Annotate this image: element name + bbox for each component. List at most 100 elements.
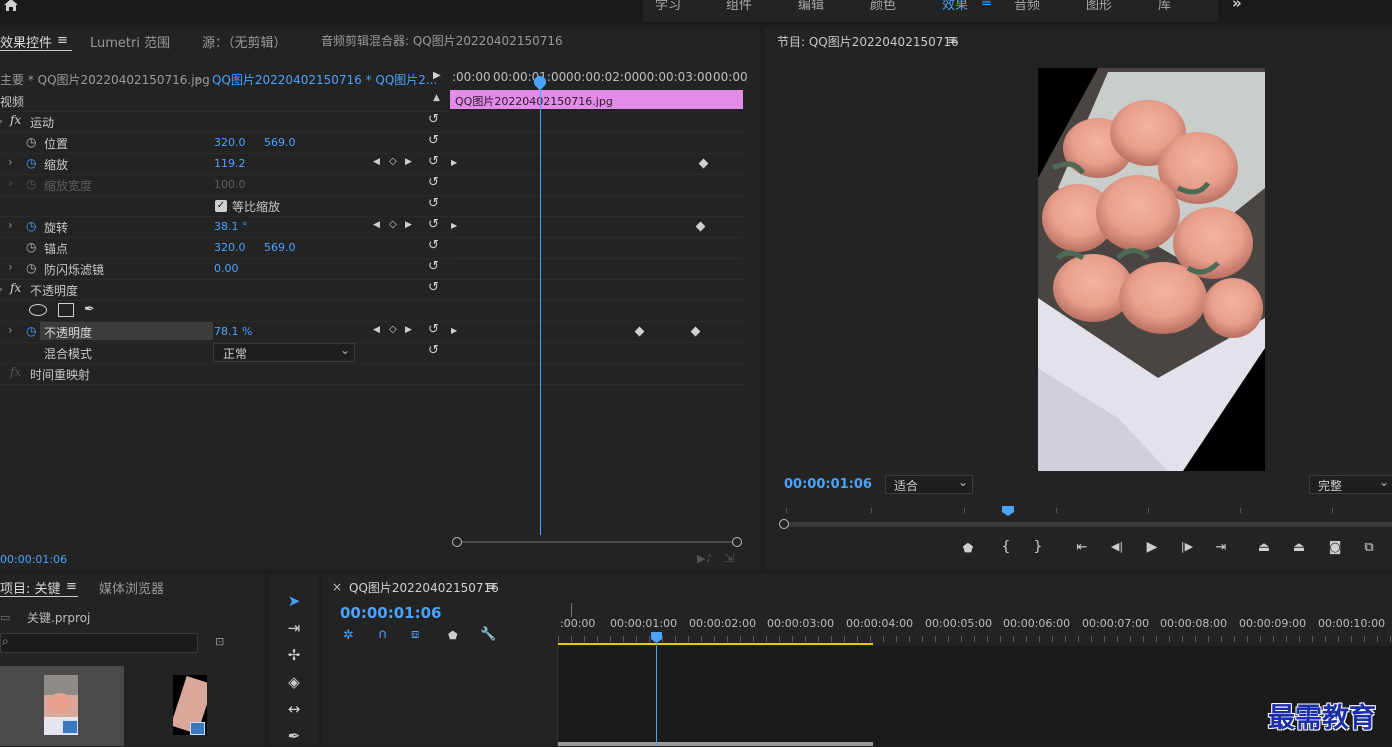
ec-zoom-scrollbar[interactable] (456, 541, 738, 543)
expand-chevron-icon[interactable]: › (8, 155, 13, 169)
tab-audio-clip-mixer[interactable]: 音频剪辑混合器: QQ图片20220402150716 (321, 32, 563, 49)
program-video-frame[interactable] (1038, 68, 1265, 471)
quality-dropdown[interactable]: 完整 ⌄ (1309, 475, 1392, 494)
ellipse-mask-icon[interactable] (29, 304, 47, 316)
program-monitor-title[interactable]: 节目: QQ图片20220402150716 (777, 33, 959, 50)
timeline-menu-icon[interactable]: ≡ (486, 579, 497, 594)
rectangle-mask-icon[interactable] (58, 303, 74, 317)
reset-icon[interactable]: ↺ (428, 113, 442, 127)
linked-selection-icon[interactable]: ⧈ (411, 627, 419, 642)
fx-icon[interactable]: fx (10, 281, 21, 295)
tab-media-browser[interactable]: 媒体浏览器 (99, 578, 164, 597)
camera-icon[interactable]: ◙ (1325, 540, 1345, 555)
expand-chevron-icon[interactable]: › (8, 260, 13, 274)
expand-chevron-icon[interactable]: › (0, 282, 3, 296)
play-icon[interactable]: ▶ (1143, 539, 1161, 555)
next-keyframe-icon[interactable]: ▶ (405, 220, 412, 230)
workspace-tab-color[interactable]: 颜色 (870, 0, 896, 13)
expand-chevron-icon[interactable]: › (0, 114, 3, 128)
play-triangle-icon[interactable]: ▶ (433, 70, 441, 81)
workspace-tab-editing[interactable]: 编辑 (798, 0, 824, 13)
wrench-icon[interactable]: 🔧 (480, 627, 496, 642)
next-keyframe-icon[interactable]: ▶ (405, 157, 412, 167)
reset-icon[interactable]: ↺ (428, 197, 442, 211)
tab-effect-controls[interactable]: 效果控件 (0, 32, 52, 51)
reset-icon[interactable]: ↺ (428, 239, 442, 253)
scroll-handle-right[interactable] (732, 537, 742, 547)
prev-keyframe-icon[interactable]: ◀ (373, 325, 380, 335)
track-select-tool-icon[interactable]: ⇥ (282, 617, 306, 639)
master-clip-label[interactable]: 主要 * QQ图片20220402150716.jpg (0, 71, 210, 88)
tab-menu-icon[interactable]: ≡ (57, 33, 68, 48)
anchor-y-value[interactable]: 569.0 (264, 241, 296, 254)
add-keyframe-icon[interactable]: ◇ (389, 219, 397, 230)
add-marker-icon[interactable]: ⬟ (448, 629, 458, 642)
pen-mask-icon[interactable]: ✒ (84, 302, 95, 317)
stopwatch-active-icon[interactable]: ◷ (26, 156, 36, 170)
reset-icon[interactable]: ↺ (428, 281, 442, 295)
workspace-tab-effects[interactable]: 效果 (942, 0, 968, 13)
workspace-tab-audio[interactable]: 音频 (1014, 0, 1040, 13)
blend-mode-dropdown[interactable]: 正常 ⌄ (213, 343, 355, 362)
reset-icon[interactable]: ↺ (428, 260, 442, 274)
opacity-value[interactable]: 78.1 % (214, 325, 252, 338)
anchor-x-value[interactable]: 320.0 (214, 241, 246, 254)
expand-chevron-icon[interactable]: › (8, 323, 13, 337)
uniform-scale-checkbox[interactable]: ✓ (215, 200, 227, 212)
reset-icon[interactable]: ↺ (428, 323, 442, 337)
scroll-handle-left[interactable] (779, 519, 789, 529)
selection-tool-icon[interactable]: ➤ (282, 590, 306, 612)
timeline-playhead-line[interactable] (656, 640, 657, 746)
stopwatch-icon[interactable]: ◷ (26, 240, 36, 254)
prev-keyframe-icon[interactable]: ◀ (373, 220, 380, 230)
rotation-value[interactable]: 38.1 ° (214, 220, 248, 233)
stopwatch-icon[interactable]: ◷ (26, 135, 36, 149)
timeline-tab-title[interactable]: QQ图片20220402150716 (349, 579, 499, 596)
tab-menu-icon[interactable]: ≡ (66, 579, 77, 594)
fx-icon[interactable]: fx (10, 113, 21, 127)
go-to-in-icon[interactable]: ⇤ (1073, 540, 1091, 555)
pen-tool-icon[interactable]: ✒ (282, 725, 306, 747)
step-forward-icon[interactable]: |▶ (1178, 540, 1196, 553)
next-keyframe-icon[interactable]: ▶ (405, 325, 412, 335)
scroll-handle-left[interactable] (452, 537, 462, 547)
audio-only-icon[interactable]: ▶♪ (697, 552, 712, 565)
timeline-ruler[interactable]: :00:00 00:00:01:00 00:00:02:00 00:00:03:… (558, 606, 1392, 646)
timeline-clip-bottom[interactable] (558, 742, 873, 746)
reset-icon[interactable]: ↺ (428, 134, 442, 148)
program-timecode[interactable]: 00:00:01:06 (784, 477, 872, 492)
timeline-timecode[interactable]: 00:00:01:06 (340, 604, 442, 622)
program-monitor-menu-icon[interactable]: ≡ (947, 33, 958, 48)
expand-chevron-icon[interactable]: › (8, 218, 13, 232)
collapse-up-icon[interactable]: ▲ (433, 93, 440, 103)
program-scrollbar[interactable] (786, 522, 1392, 527)
add-keyframe-icon[interactable]: ◇ (389, 324, 397, 335)
export-frame-icon[interactable]: ⇲ (724, 551, 734, 565)
chevron-down-icon[interactable]: ⌄ (193, 70, 203, 84)
home-icon[interactable] (2, 0, 20, 14)
extract-icon[interactable]: ⏏ (1289, 540, 1309, 555)
anti-flicker-value[interactable]: 0.00 (214, 262, 239, 275)
reset-icon[interactable]: ↺ (428, 176, 442, 190)
add-marker-icon[interactable]: ⬟ (960, 541, 976, 555)
workspace-tab-learn[interactable]: 学习 (655, 0, 681, 13)
workspace-tab-libraries[interactable]: 库 (1158, 0, 1171, 13)
more-workspaces-icon[interactable]: » (1232, 0, 1242, 12)
button-editor-icon[interactable]: ⧉ (1359, 540, 1379, 555)
tab-lumetri-scopes[interactable]: Lumetri 范围 (90, 32, 170, 51)
prev-keyframe-icon[interactable]: ◀ (373, 157, 380, 167)
stopwatch-icon[interactable]: ◷ (26, 261, 36, 275)
mark-in-icon[interactable]: { (998, 539, 1014, 555)
tab-source[interactable]: 源：（无剪辑） (202, 32, 287, 51)
tab-project[interactable]: 项目: 关键 (0, 578, 61, 597)
razor-tool-icon[interactable]: ◈ (282, 671, 306, 693)
ec-playhead-line[interactable] (540, 80, 541, 535)
fit-dropdown[interactable]: 适合 ⌄ (885, 475, 973, 494)
nest-toggle-icon[interactable]: ✲ (343, 628, 354, 643)
reset-icon[interactable]: ↺ (428, 218, 442, 232)
close-icon[interactable]: × (332, 580, 342, 594)
stopwatch-active-icon[interactable]: ◷ (26, 219, 36, 233)
reset-icon[interactable]: ↺ (428, 155, 442, 169)
snap-magnet-icon[interactable]: ∩ (378, 627, 388, 642)
position-x-value[interactable]: 320.0 (214, 136, 246, 149)
